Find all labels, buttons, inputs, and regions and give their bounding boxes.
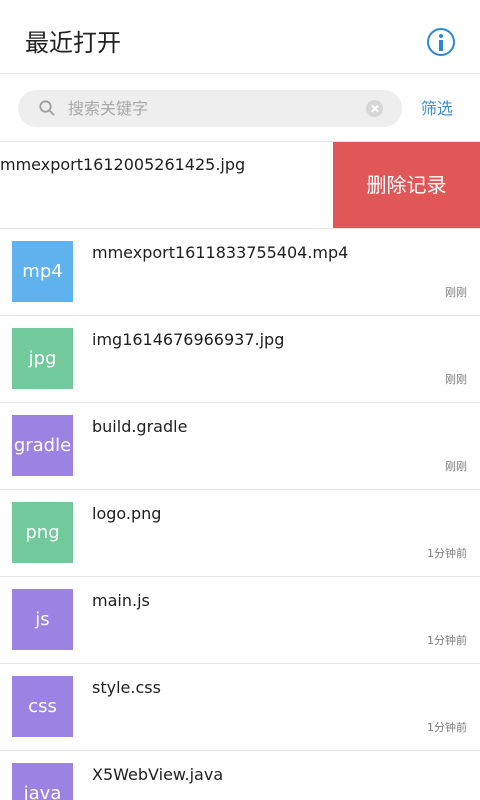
filter-button[interactable]: 筛选 (421, 98, 453, 120)
file-name: build.gradle (92, 417, 188, 436)
clear-icon[interactable] (366, 100, 383, 117)
file-row[interactable]: java X5WebView.java (0, 751, 480, 800)
search-icon (39, 100, 55, 116)
page-title: 最近打开 (25, 29, 121, 57)
file-type-icon: js (12, 589, 73, 650)
file-time: 刚刚 (445, 286, 467, 299)
file-row[interactable]: png logo.png 1分钟前 (0, 490, 480, 577)
file-type-icon: mp4 (12, 241, 73, 302)
file-name: style.css (92, 678, 161, 697)
search-box[interactable] (18, 90, 402, 127)
file-row-content[interactable]: jpg img1614676966937.jpg 刚刚 (0, 316, 480, 402)
file-row-content[interactable]: mmexport1612005261425.jpg刚刚 (0, 142, 388, 228)
file-row-content[interactable]: js main.js 1分钟前 (0, 577, 480, 663)
recent-files-screen: 最近打开 筛选 mmexport1612005261425.jpg刚刚删除记录m… (0, 0, 480, 800)
file-name: main.js (92, 591, 150, 610)
file-time: 刚刚 (445, 460, 467, 473)
file-type-icon: css (12, 676, 73, 737)
file-row[interactable]: mmexport1612005261425.jpg刚刚删除记录 (0, 142, 480, 229)
info-icon[interactable] (427, 28, 455, 56)
file-type-icon: gradle (12, 415, 73, 476)
file-row[interactable]: css style.css 1分钟前 (0, 664, 480, 751)
file-time: 1分钟前 (427, 721, 467, 734)
file-name: mmexport1612005261425.jpg (0, 155, 246, 174)
file-name: img1614676966937.jpg (92, 330, 285, 349)
file-name: logo.png (92, 504, 162, 523)
info-dot (439, 34, 443, 38)
delete-record-button[interactable]: 删除记录 (333, 142, 480, 228)
recent-file-list: mmexport1612005261425.jpg刚刚删除记录mp4mmexpo… (0, 142, 480, 800)
top-bar: 最近打开 (0, 0, 480, 74)
file-row[interactable]: mp4 mmexport1611833755404.mp4 刚刚 (0, 229, 480, 316)
info-bar (439, 40, 443, 51)
search-row: 筛选 (0, 74, 480, 142)
file-row-content[interactable]: gradle build.gradle 刚刚 (0, 403, 480, 489)
file-name: X5WebView.java (92, 765, 224, 784)
file-time: 1分钟前 (427, 547, 467, 560)
file-type-icon: png (12, 502, 73, 563)
file-row[interactable]: jpg img1614676966937.jpg 刚刚 (0, 316, 480, 403)
file-type-icon: java (12, 763, 73, 800)
file-row-content[interactable]: png logo.png 1分钟前 (0, 490, 480, 576)
file-row-content[interactable]: java X5WebView.java (0, 751, 480, 800)
file-row-content[interactable]: css style.css 1分钟前 (0, 664, 480, 750)
file-row[interactable]: js main.js 1分钟前 (0, 577, 480, 664)
file-row[interactable]: gradle build.gradle 刚刚 (0, 403, 480, 490)
file-type-icon: jpg (12, 328, 73, 389)
search-input[interactable] (68, 90, 368, 127)
file-time: 1分钟前 (427, 634, 467, 647)
file-row-content[interactable]: mp4 mmexport1611833755404.mp4 刚刚 (0, 229, 480, 315)
file-time: 刚刚 (445, 373, 467, 386)
file-name: mmexport1611833755404.mp4 (92, 243, 349, 262)
